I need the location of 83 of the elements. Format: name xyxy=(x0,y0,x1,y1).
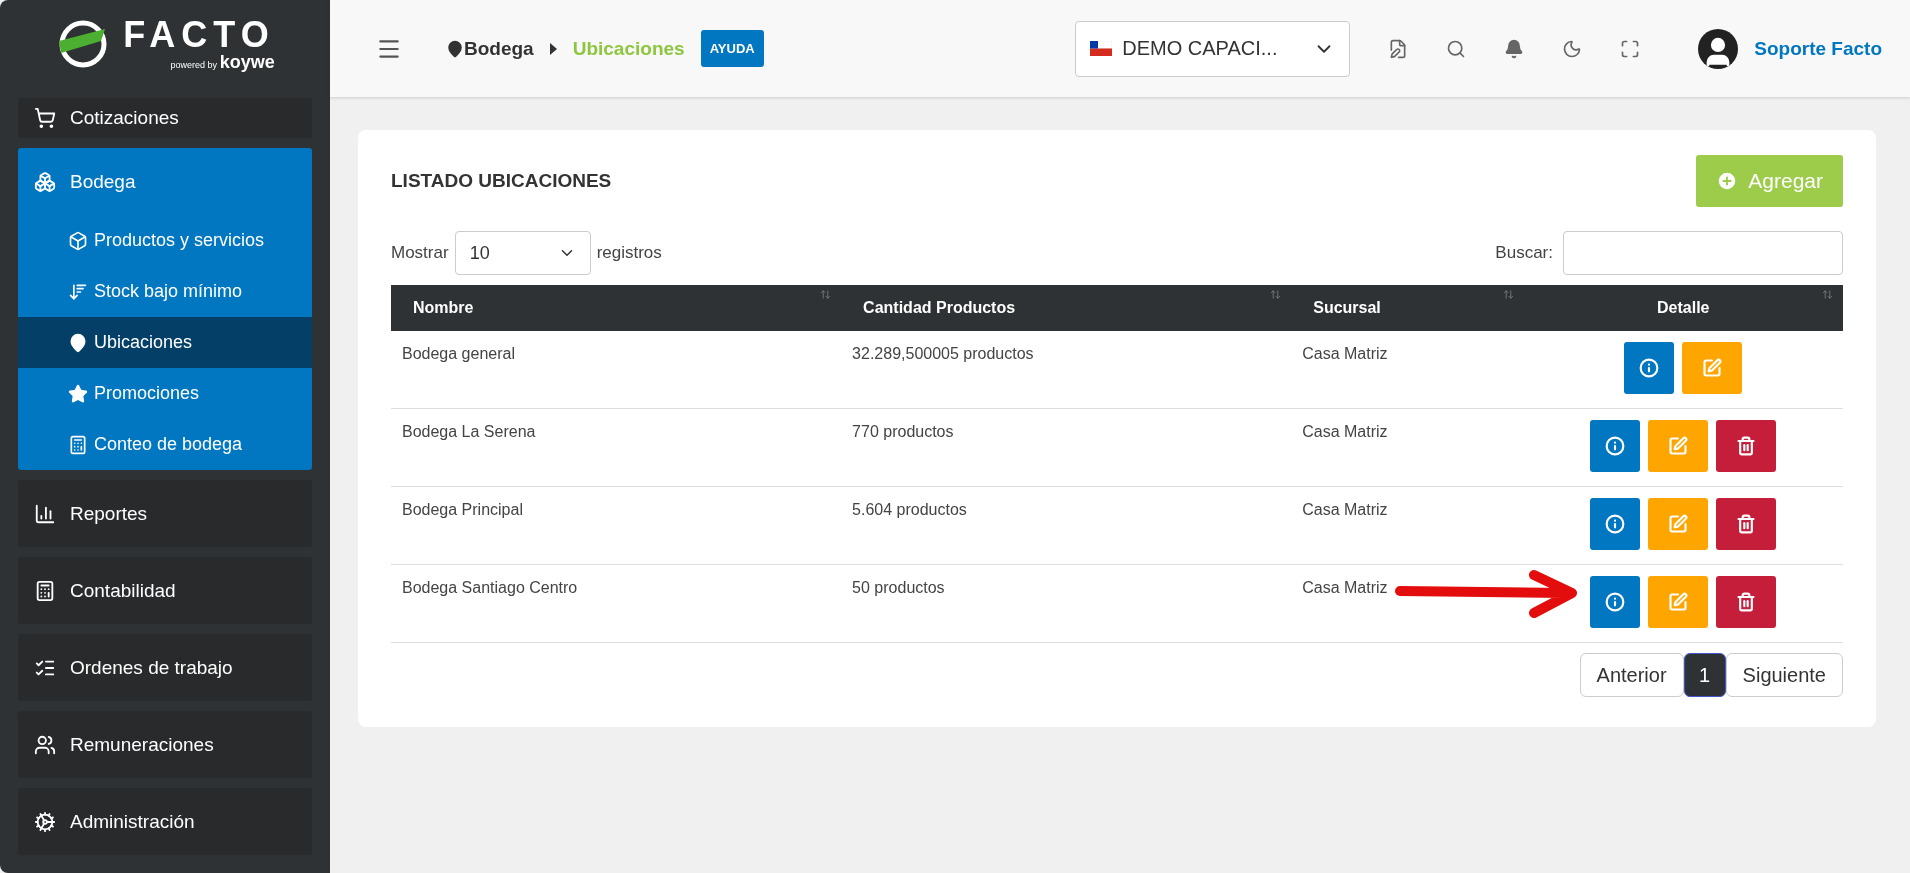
sidebar-subitem[interactable]: Promociones xyxy=(18,368,312,419)
box-icon xyxy=(68,230,88,251)
trash-icon xyxy=(1736,514,1757,534)
info-button[interactable] xyxy=(1590,420,1641,472)
caret-icon xyxy=(549,42,557,55)
sidebar-item[interactable]: Remuneraciones xyxy=(18,711,312,778)
sort-icon xyxy=(1822,289,1833,300)
pin-icon xyxy=(446,39,464,58)
edit-icon xyxy=(1702,358,1723,378)
sort-icon xyxy=(1270,289,1282,300)
trash-icon xyxy=(1736,436,1757,456)
records-label: registros xyxy=(596,243,662,263)
table-cell: Casa Matriz xyxy=(1291,486,1524,565)
info-icon xyxy=(1605,592,1626,612)
star-icon xyxy=(68,383,88,404)
column-header[interactable]: Sucursal xyxy=(1291,285,1524,331)
edit-icon xyxy=(1668,514,1689,534)
pin-icon xyxy=(68,332,88,353)
next-button[interactable]: Siguiente xyxy=(1725,653,1843,697)
search-button[interactable] xyxy=(1446,38,1467,59)
info-button[interactable] xyxy=(1590,576,1641,628)
info-icon xyxy=(1605,436,1626,456)
users-icon xyxy=(34,733,56,756)
previous-button[interactable]: Anterior xyxy=(1579,653,1684,697)
notifications-button[interactable] xyxy=(1504,38,1525,59)
plus-icon xyxy=(1716,170,1739,192)
column-header[interactable]: Detalle xyxy=(1523,285,1843,331)
table-cell: 5.604 productos xyxy=(841,486,1292,565)
page-size-select[interactable]: 10 xyxy=(454,231,591,275)
table-cell: Bodega La Serena xyxy=(391,408,842,487)
calc-icon xyxy=(34,579,56,602)
edit-icon xyxy=(1668,436,1689,456)
search-label: Buscar: xyxy=(1495,243,1553,263)
avatar[interactable] xyxy=(1698,28,1739,69)
table-cell: Casa Matriz xyxy=(1291,408,1524,487)
sidebar-item[interactable]: Ordenes de trabajo xyxy=(18,634,312,701)
signature-button[interactable] xyxy=(1388,38,1409,59)
fullscreen-button[interactable] xyxy=(1620,38,1641,59)
sidebar-item[interactable]: Contabilidad xyxy=(18,557,312,624)
sidebar-group[interactable]: Bodega Productos y servicios Stock bajo mínimo Ubicaciones Promociones Conteo de bodega xyxy=(18,148,312,470)
cart-icon xyxy=(34,107,56,129)
show-label: Mostrar xyxy=(391,243,449,263)
table-cell: Casa Matriz xyxy=(1291,564,1524,643)
help-button[interactable]: AYUDA xyxy=(700,30,764,67)
sidebar-subitem[interactable]: Stock bajo mínimo xyxy=(18,266,312,317)
calc-icon xyxy=(68,434,88,455)
breadcrumb-link[interactable]: Bodega xyxy=(464,37,534,60)
table-cell: Bodega general xyxy=(391,331,842,409)
user-name[interactable]: Soporte Facto xyxy=(1754,37,1882,60)
delete-button[interactable] xyxy=(1716,420,1777,472)
company-select[interactable]: DEMO CAPACI... xyxy=(1075,20,1351,77)
sidebar-subitem[interactable]: Ubicaciones xyxy=(18,317,312,368)
column-header[interactable]: Nombre xyxy=(391,285,842,331)
dark-mode-button[interactable] xyxy=(1562,38,1583,59)
sidebar-item[interactable]: Reportes xyxy=(18,480,312,547)
sidebar-item[interactable]: Cotizaciones xyxy=(18,98,312,138)
chart-icon xyxy=(34,502,56,525)
delete-button[interactable] xyxy=(1716,498,1777,550)
page-button[interactable]: 1 xyxy=(1683,653,1726,697)
info-icon xyxy=(1639,358,1660,378)
sort-icon xyxy=(1502,289,1514,300)
card-title: LISTADO UBICACIONES xyxy=(391,170,612,192)
boxes-icon xyxy=(34,170,56,193)
table-cell: 32.289,500005 productos xyxy=(841,331,1292,409)
table-cell: 770 productos xyxy=(841,408,1292,487)
flag-icon xyxy=(1090,41,1113,56)
facto-logo: FACTO powered by koywe xyxy=(18,0,312,88)
table-cell: Casa Matriz xyxy=(1291,331,1524,409)
table-cell: Bodega Principal xyxy=(391,486,842,565)
info-button[interactable] xyxy=(1624,342,1675,394)
sidebar-subitem[interactable]: Conteo de bodega xyxy=(18,419,312,470)
column-header[interactable]: Cantidad Productos xyxy=(841,285,1292,331)
delete-button[interactable] xyxy=(1716,576,1777,628)
table-cell: Bodega Santiago Centro xyxy=(391,564,842,643)
info-icon xyxy=(1605,514,1626,534)
edit-icon xyxy=(1668,592,1689,612)
search-field[interactable] xyxy=(1563,231,1843,275)
sort-icon xyxy=(820,289,832,300)
sidebar-item[interactable]: Administración xyxy=(18,788,312,855)
table-cell: 50 productos xyxy=(841,564,1292,643)
trash-icon xyxy=(1736,592,1757,612)
info-button[interactable] xyxy=(1590,498,1641,550)
sidebar-subitem[interactable]: Productos y servicios xyxy=(18,215,312,266)
